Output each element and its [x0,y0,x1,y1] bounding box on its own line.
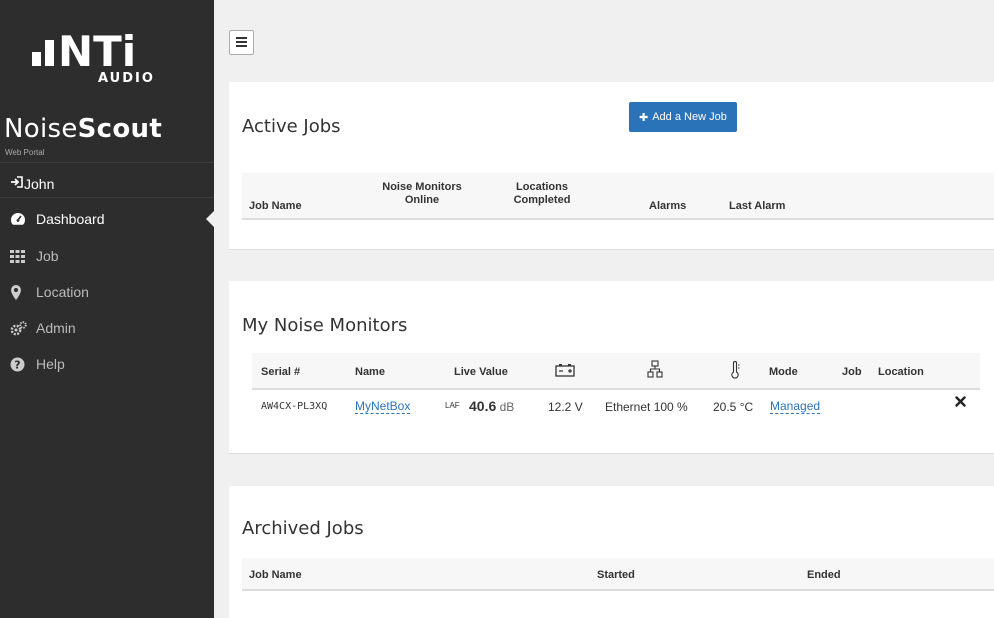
col-mode: Mode [769,366,798,378]
question-circle-icon: ? [10,357,36,372]
map-marker-icon [10,284,36,300]
battery-icon [555,363,575,381]
archived-jobs-table-header: Job Name Started Ended [242,558,994,591]
user-menu[interactable]: John [0,170,214,198]
col-job: Job [842,366,862,378]
monitor-temperature: 20.5 °C [713,400,754,414]
sign-in-icon [10,175,24,192]
col-name: Name [355,366,385,378]
col-job-name: Job Name [249,569,302,581]
sidebar-item-label: Admin [36,320,76,336]
menu-toggle-button[interactable] [229,30,254,55]
monitor-serial: AW4CX-PL3XQ [261,401,328,412]
plus-icon: ✚ [639,111,649,124]
active-jobs-title: Active Jobs [242,116,341,137]
col-noise-monitors-online: Noise Monitors Online [382,181,462,206]
noise-monitors-title: My Noise Monitors [242,315,408,336]
logo-letters: NTi [58,27,136,72]
col-last-alarm: Last Alarm [729,200,786,212]
app-subtitle: Web Portal [5,148,45,157]
monitor-network: Ethernet 100 % [605,400,688,414]
svg-text:?: ? [14,358,20,371]
app-brand: NoiseScout [4,114,163,144]
monitors-table-header: Serial # Name Live Value Mode Job Locati… [252,353,980,390]
archived-jobs-panel: Archived Jobs Job Name Started Ended [229,486,994,618]
monitor-mode-link[interactable]: Managed [770,399,821,414]
remove-monitor-button[interactable] [955,396,966,410]
col-ended: Ended [807,569,841,581]
sidebar-item-dashboard[interactable]: Dashboard [0,201,214,237]
sidebar-item-label: Dashboard [36,211,105,227]
add-new-job-button[interactable]: ✚ Add a New Job [629,102,737,132]
sidebar-divider [0,162,214,163]
active-indicator [206,211,214,227]
monitor-name-link[interactable]: MyNetBox [355,399,411,414]
dashboard-icon [10,212,36,226]
active-jobs-panel: Active Jobs ✚ Add a New Job Job Name Noi… [229,82,994,250]
close-icon [955,396,966,410]
sidebar-item-location[interactable]: Location [0,274,214,310]
thermometer-icon [730,361,740,383]
sidebar-item-admin[interactable]: Admin [0,310,214,346]
sidebar-item-label: Job [36,248,59,264]
col-alarms: Alarms [649,200,687,212]
monitor-battery: 12.2 V [548,400,583,414]
sidebar: NTi AUDIO NoiseScout Web Portal John Das… [0,0,214,618]
grid-icon [10,249,36,263]
sidebar-item-label: Help [36,356,65,372]
hamburger-icon [236,34,247,52]
sidebar-item-label: Location [36,284,89,300]
active-jobs-table-header: Job Name Noise Monitors Online Locations… [242,173,994,220]
cogs-icon [10,320,36,336]
col-serial: Serial # [261,366,301,378]
col-locations-completed: Locations Completed [513,181,571,206]
noise-monitors-panel: My Noise Monitors Serial # Name Live Val… [229,281,994,454]
col-job-name: Job Name [249,200,302,212]
archived-jobs-title: Archived Jobs [242,518,364,539]
logo-audio-label: AUDIO [98,71,155,86]
col-live-value: Live Value [454,366,508,378]
sidebar-item-help[interactable]: ? Help [0,346,214,382]
nti-audio-logo: NTi AUDIO [0,0,214,100]
network-icon [647,360,663,382]
user-name: John [24,175,55,192]
col-location: Location [878,366,924,378]
col-started: Started [597,569,635,581]
sidebar-item-job[interactable]: Job [0,238,214,274]
monitor-live-value: LAF 40.6 dB [445,398,515,414]
